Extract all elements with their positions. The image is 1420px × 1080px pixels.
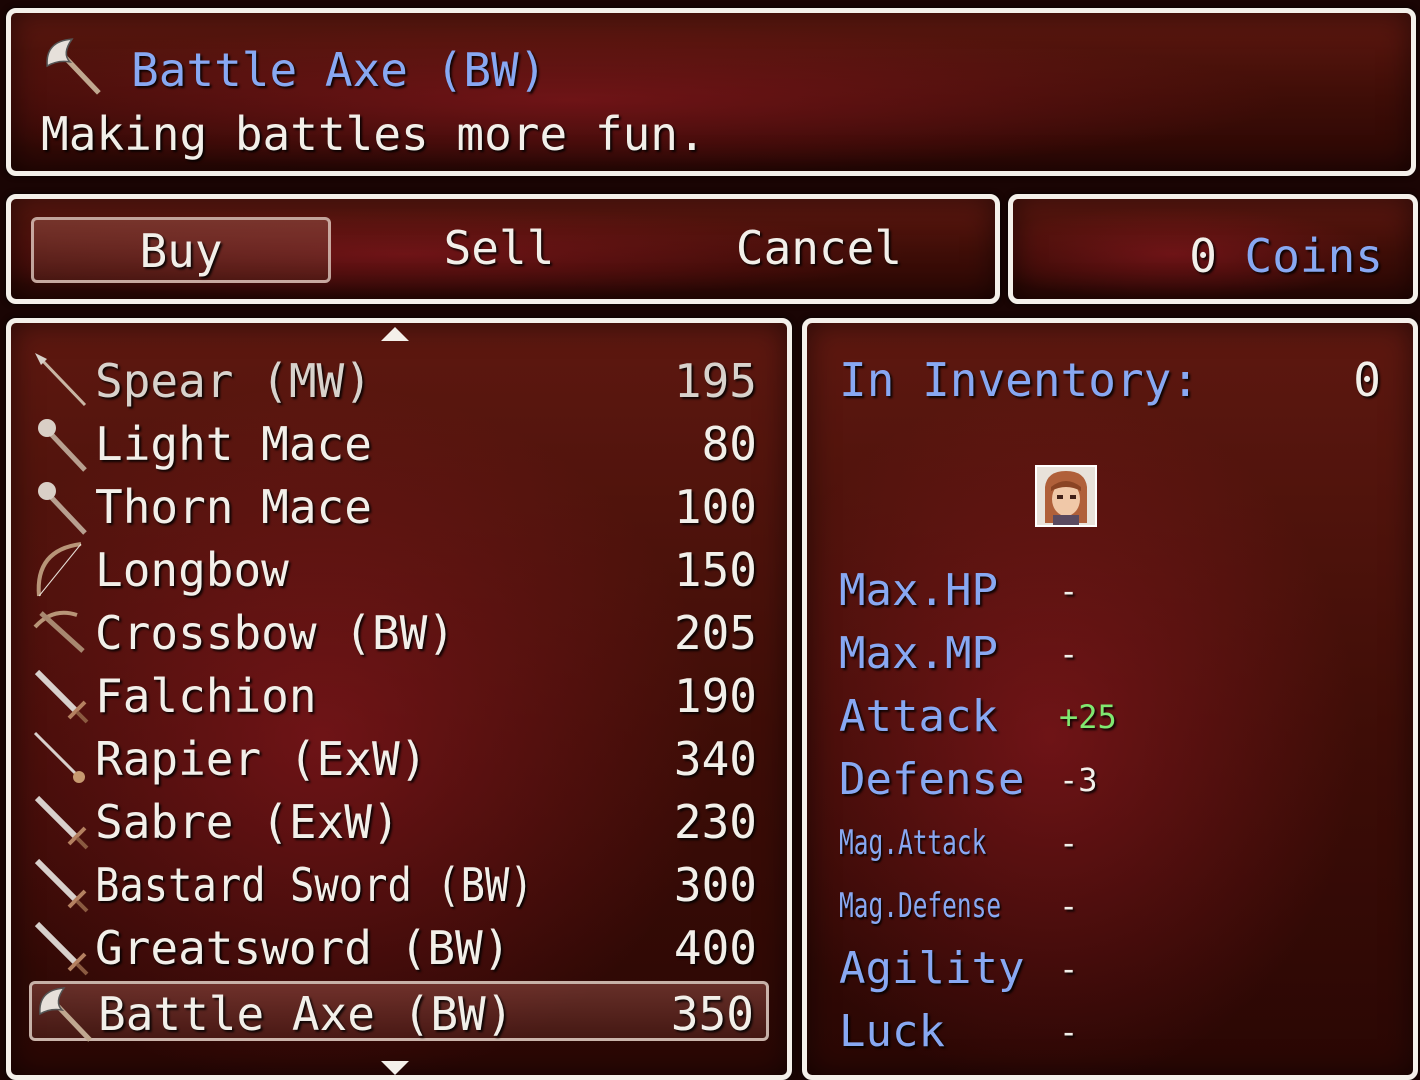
list-item[interactable]: Falchion 190 <box>29 666 769 726</box>
stat-value: - <box>1059 950 1079 988</box>
sword-icon <box>31 792 91 852</box>
item-name: Rapier (ExW) <box>95 732 428 786</box>
battle-axe-icon <box>41 35 103 97</box>
item-price: 300 <box>673 858 757 912</box>
stat-name: Defense <box>839 754 1025 805</box>
list-item[interactable]: Longbow 150 <box>29 540 769 600</box>
crossbow-icon <box>31 603 91 663</box>
item-price: 350 <box>670 987 754 1041</box>
item-name: Thorn Mace <box>95 480 372 534</box>
bow-icon <box>36 542 83 598</box>
item-name: Falchion <box>95 669 317 723</box>
shop-item-list: Spear (MW) 195 Light Mace 80 Thorn Mace … <box>6 318 792 1080</box>
stat-value: - <box>1059 635 1079 673</box>
stat-row-max-hp: Max.HP - <box>839 561 1399 621</box>
item-name: Battle Axe (BW) <box>98 987 514 1041</box>
currency-unit: Coins <box>1244 229 1383 283</box>
stat-name: Mag.Attack <box>839 823 987 863</box>
item-price: 80 <box>701 417 757 471</box>
battle-axe-icon <box>34 984 94 1044</box>
list-item[interactable]: Spear (MW) 195 <box>29 351 769 411</box>
stat-row-luck: Luck - <box>839 1002 1399 1062</box>
item-price: 230 <box>673 795 757 849</box>
item-price: 400 <box>673 921 757 975</box>
spear-icon <box>33 351 87 407</box>
help-description: Making battles more fun. <box>41 107 706 161</box>
status-window: In Inventory: 0 Max.HP - Max.MP - Attack… <box>802 318 1418 1080</box>
scroll-down-arrow-icon[interactable] <box>381 1061 409 1075</box>
item-name: Sabre (ExW) <box>95 795 400 849</box>
list-item[interactable]: Light Mace 80 <box>29 414 769 474</box>
item-name: Spear (MW) <box>95 354 372 408</box>
inventory-label: In Inventory: <box>839 353 1200 407</box>
shop-command-window: Buy Sell Cancel <box>6 194 1000 304</box>
stat-value: - <box>1059 1013 1079 1051</box>
stat-name: Max.HP <box>839 565 998 616</box>
stat-row-mag-defense: Mag.Defense - <box>839 876 1399 936</box>
stat-row-defense: Defense -3 <box>839 750 1399 810</box>
sword-icon <box>31 855 91 915</box>
list-item[interactable]: Rapier (ExW) 340 <box>29 729 769 789</box>
item-price: 195 <box>673 354 757 408</box>
stat-value: - <box>1059 824 1079 862</box>
help-window: Battle Axe (BW) Making battles more fun. <box>6 8 1416 176</box>
list-item[interactable]: Thorn Mace 100 <box>29 477 769 537</box>
stat-name: Max.MP <box>839 628 998 679</box>
item-price: 150 <box>673 543 757 597</box>
buy-button[interactable]: Buy <box>31 217 331 283</box>
help-item-name: Battle Axe (BW) <box>131 43 547 97</box>
list-item-selected[interactable]: Battle Axe (BW) 350 <box>29 981 769 1041</box>
item-price: 100 <box>673 480 757 534</box>
gold-window: 0 Coins <box>1008 194 1418 304</box>
rapier-icon <box>33 731 87 785</box>
stat-value: - <box>1059 572 1079 610</box>
sword-icon <box>31 666 91 726</box>
stat-name: Mag.Defense <box>839 886 1002 926</box>
mace-icon <box>31 477 91 537</box>
item-name: Bastard Sword (BW) <box>95 858 534 912</box>
stat-value: +25 <box>1059 698 1117 736</box>
stat-name: Attack <box>839 691 998 742</box>
stat-row-attack: Attack +25 <box>839 687 1399 747</box>
sell-button[interactable]: Sell <box>349 217 649 283</box>
gold-amount: 0 <box>1189 229 1217 283</box>
cancel-button[interactable]: Cancel <box>669 217 969 283</box>
list-item[interactable]: Bastard Sword (BW) 300 <box>29 855 769 915</box>
item-price: 340 <box>673 732 757 786</box>
sword-icon <box>31 918 91 978</box>
stat-value: -3 <box>1059 761 1098 799</box>
stat-name: Luck <box>839 1006 945 1057</box>
stat-row-mag-attack: Mag.Attack - <box>839 813 1399 873</box>
item-price: 205 <box>673 606 757 660</box>
item-name: Longbow <box>95 543 289 597</box>
stat-name: Agility <box>839 943 1025 994</box>
scroll-up-arrow-icon[interactable] <box>381 327 409 341</box>
list-item[interactable]: Crossbow (BW) 205 <box>29 603 769 663</box>
item-name: Greatsword (BW) <box>95 921 511 975</box>
list-item[interactable]: Greatsword (BW) 400 <box>29 918 769 978</box>
item-name: Light Mace <box>95 417 372 471</box>
mace-icon <box>31 414 91 474</box>
inventory-count: 0 <box>1353 353 1381 407</box>
list-item[interactable]: Sabre (ExW) 230 <box>29 792 769 852</box>
item-price: 190 <box>673 669 757 723</box>
stat-row-agility: Agility - <box>839 939 1399 999</box>
item-name: Crossbow (BW) <box>95 606 456 660</box>
actor-face-icon[interactable] <box>1035 465 1097 527</box>
stat-value: - <box>1059 887 1079 925</box>
stat-row-max-mp: Max.MP - <box>839 624 1399 684</box>
